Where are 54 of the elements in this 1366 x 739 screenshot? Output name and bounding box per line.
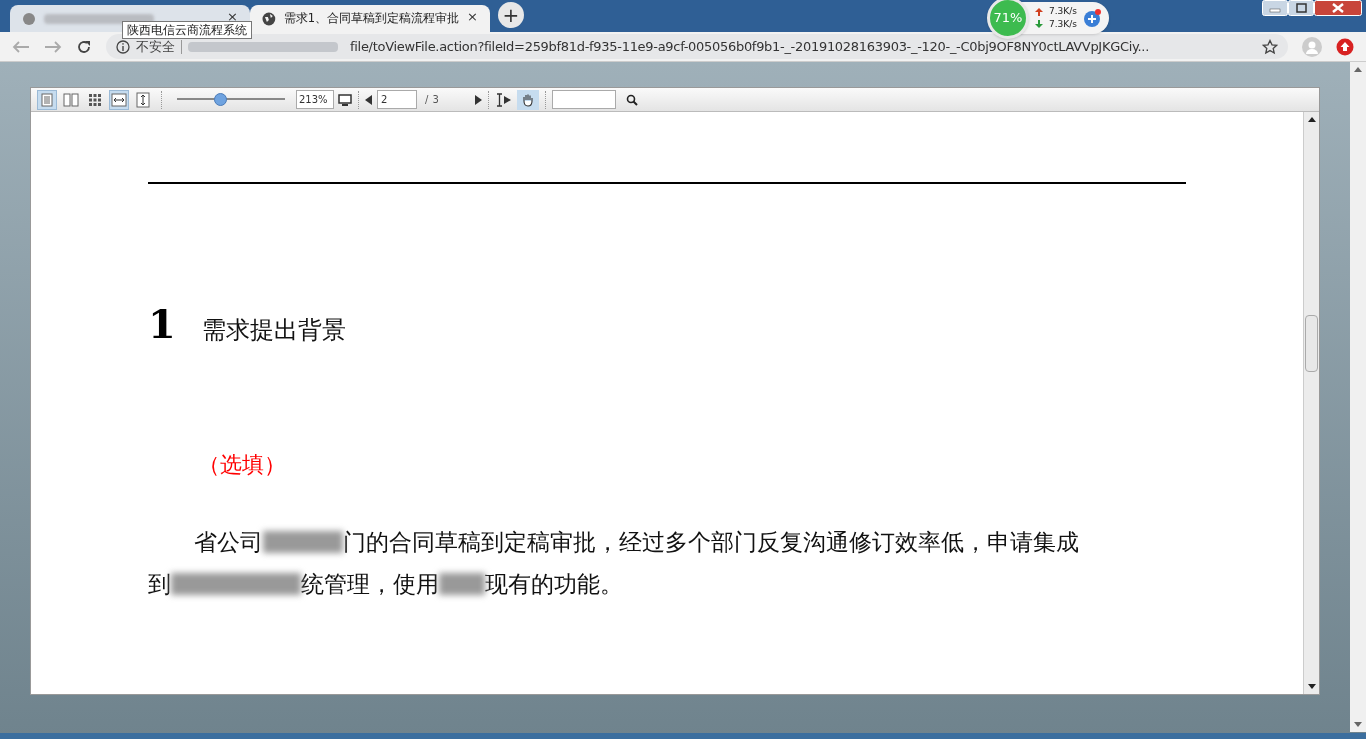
url-text: file/toViewFile.action?fileId=259bf81d-f935-11e9-a9cf-005056b0f9b1-_-20191028163903-_-120-_-C0bj9OF8NY0ctLAVVpJKGCiy... — [350, 37, 1150, 56]
paragraph-text: 统管理，使用 — [301, 570, 439, 599]
heading-number: 1 — [148, 304, 176, 344]
slider-thumb[interactable] — [214, 93, 228, 106]
tab-title: 需求1、合同草稿到定稿流程审批 — [283, 9, 460, 27]
tooltip: 陕西电信云商流程系统 — [122, 21, 252, 39]
page-total: 3 — [432, 93, 440, 107]
maximize-button[interactable] — [1288, 0, 1314, 16]
document-scrollbar[interactable] — [1303, 112, 1319, 694]
up-arrow-icon — [1035, 8, 1043, 16]
zoom-slider[interactable] — [174, 92, 288, 107]
zoom-field[interactable]: 213% — [296, 90, 334, 109]
upload-speed: 7.3K/s — [1049, 5, 1077, 18]
page-scrollbar[interactable] — [1350, 62, 1366, 732]
paragraph-text: 到 — [148, 570, 171, 599]
page-icon — [22, 11, 36, 26]
fit-height-icon[interactable] — [133, 89, 153, 110]
heading: 需求提出背景 — [201, 315, 346, 346]
paragraph-text: 省公司 — [194, 528, 263, 557]
previous-page-icon[interactable] — [365, 94, 373, 105]
monitor-icon[interactable] — [338, 93, 352, 106]
close-button[interactable]: × — [467, 10, 478, 23]
download-speed: 7.3K/s — [1049, 18, 1077, 31]
back-icon[interactable] — [12, 39, 30, 54]
forward-icon[interactable] — [44, 39, 62, 54]
close-button[interactable]: × — [227, 10, 238, 23]
globe-icon — [262, 11, 276, 26]
search-icon[interactable] — [626, 93, 639, 106]
paragraph-text: 门的合同草稿到定稿审批，经过多个部门反复沟通修订效率低，申请集成 — [343, 528, 1079, 557]
upload-icon[interactable] — [1336, 37, 1354, 56]
scroll-down-icon — [1307, 684, 1316, 690]
scroll-up-icon — [1354, 66, 1362, 72]
star-icon[interactable] — [1262, 38, 1278, 55]
paragraph-text: 现有的功能。 — [485, 570, 623, 599]
scroll-down-icon — [1354, 722, 1362, 728]
new-tab-button[interactable]: + — [498, 2, 524, 28]
info-icon — [116, 39, 130, 54]
down-arrow-icon — [1035, 20, 1043, 28]
next-page-icon[interactable] — [474, 94, 483, 105]
search-field[interactable] — [552, 90, 617, 109]
page-field[interactable]: 2 — [377, 90, 417, 109]
fit-width-icon[interactable] — [109, 89, 129, 110]
redacted-text — [439, 573, 485, 595]
reload-icon[interactable] — [76, 38, 92, 55]
hand-tool-icon[interactable] — [517, 89, 540, 110]
scroll-up-icon — [1307, 116, 1316, 122]
browser-tab[interactable]: 需求1、合同草稿到定稿流程审批 × — [250, 5, 490, 32]
plus-icon[interactable] — [1082, 8, 1103, 28]
page-separator: / — [425, 93, 429, 107]
optional-note: （选填） — [198, 451, 286, 479]
scroll-thumb[interactable] — [1305, 315, 1318, 372]
single-page-icon[interactable] — [37, 89, 57, 110]
close-window-button[interactable] — [1314, 0, 1362, 16]
security-label: 不安全 — [136, 37, 175, 56]
